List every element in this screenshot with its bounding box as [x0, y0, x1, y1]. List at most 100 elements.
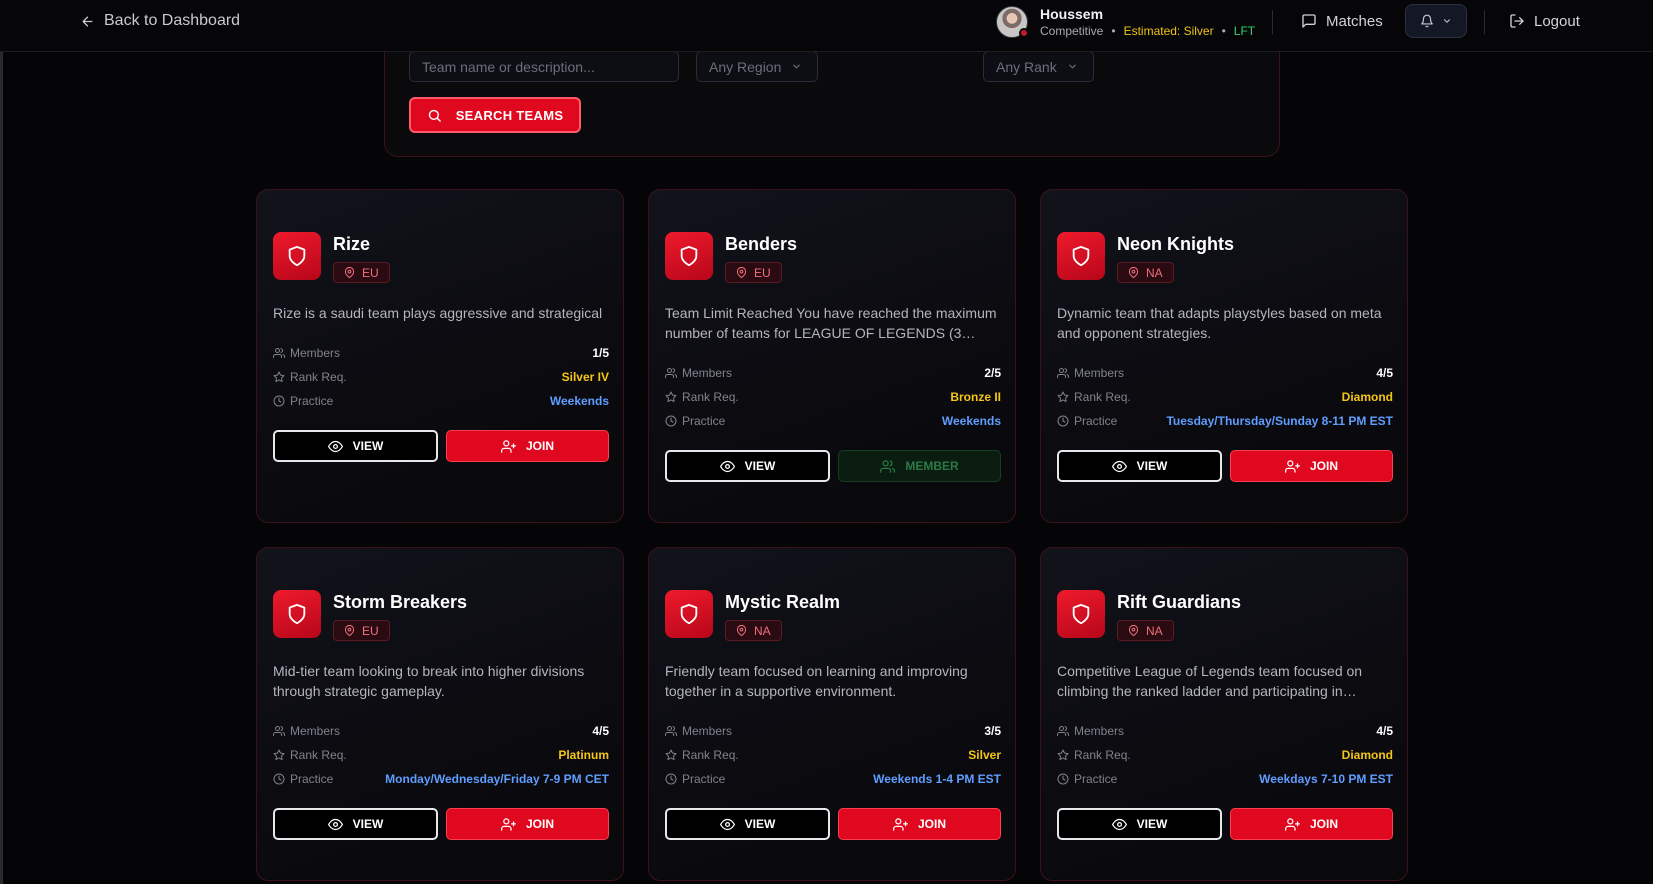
star-icon [273, 749, 285, 761]
estimated-rank: Estimated: Silver [1123, 24, 1214, 38]
members-value: 1/5 [592, 346, 609, 360]
view-team-button[interactable]: VIEW [665, 450, 830, 482]
team-name: Mystic Realm [725, 592, 841, 612]
map-pin-icon [1128, 625, 1139, 636]
matches-button[interactable]: Matches [1301, 10, 1383, 32]
region-badge: EU [333, 620, 390, 641]
practice-label: Practice [1074, 414, 1118, 428]
user-plus-icon [500, 439, 516, 453]
view-team-button[interactable]: VIEW [273, 808, 438, 840]
rank-value: Silver IV [561, 370, 609, 384]
star-icon [1057, 749, 1069, 761]
practice-label: Practice [682, 772, 726, 786]
user-name: Houssem [1040, 6, 1104, 22]
rank-value: Diamond [1341, 390, 1393, 404]
star-icon [665, 749, 677, 761]
logout-button[interactable]: Logout [1509, 10, 1580, 32]
map-pin-icon [736, 625, 747, 636]
region-label: NA [754, 623, 771, 638]
region-select-value: Any Region [709, 58, 782, 75]
shield-icon [1072, 603, 1090, 625]
eye-icon [327, 440, 343, 452]
rank-label: Rank Req. [682, 748, 739, 762]
shield-icon [288, 603, 306, 625]
users-icon [1057, 726, 1069, 736]
practice-label: Practice [290, 772, 334, 786]
region-badge: EU [725, 262, 782, 283]
members-label: Members [682, 366, 733, 380]
user-mode: Competitive [1040, 24, 1104, 38]
view-team-button[interactable]: VIEW [1057, 808, 1222, 840]
team-stats: Members 2/5 Rank Req. Bronze II Practice… [665, 361, 1001, 433]
logout-label: Logout [1534, 12, 1580, 30]
view-label: VIEW [352, 817, 384, 831]
chevron-down-icon [793, 64, 801, 69]
rank-value: Bronze II [950, 390, 1001, 404]
members-value: 4/5 [592, 724, 609, 738]
window-edge [0, 0, 3, 884]
team-search-input[interactable]: Team name or description... [409, 51, 679, 82]
team-name: Rift Guardians [1117, 592, 1242, 612]
users-icon [273, 726, 285, 736]
practice-value: Tuesday/Thursday/Sunday 8-11 PM EST [1166, 414, 1393, 428]
join-label: JOIN [525, 817, 554, 831]
back-to-dashboard-link[interactable]: Back to Dashboard [80, 10, 240, 32]
join-team-button[interactable]: JOIN [1230, 450, 1393, 482]
users-icon [880, 459, 896, 473]
view-team-button[interactable]: VIEW [273, 430, 438, 462]
join-team-button[interactable]: JOIN [446, 808, 609, 840]
team-card: Rift Guardians NA Competitive League of … [1040, 547, 1408, 881]
members-label: Members [682, 724, 733, 738]
practice-value: Weekends 1-4 PM EST [873, 772, 1001, 786]
members-label: Members [1074, 366, 1125, 380]
search-button-label: SEARCH TEAMS [455, 107, 564, 123]
members-label: Members [290, 346, 341, 360]
view-team-button[interactable]: VIEW [1057, 450, 1222, 482]
team-stats: Members 3/5 Rank Req. Silver Practice We… [665, 719, 1001, 791]
region-badge: NA [1117, 262, 1174, 283]
members-label: Members [1074, 724, 1125, 738]
view-label: VIEW [744, 459, 776, 473]
team-shield-icon [665, 590, 713, 638]
view-label: VIEW [1136, 459, 1168, 473]
map-pin-icon [1128, 267, 1139, 278]
search-teams-button[interactable]: SEARCH TEAMS [409, 97, 581, 133]
team-name: Rize [333, 234, 371, 254]
eye-icon [719, 818, 735, 830]
team-description: Friendly team focused on learning and im… [665, 663, 968, 699]
star-icon [1057, 391, 1069, 403]
join-team-button[interactable]: JOIN [1230, 808, 1393, 840]
members-label: Members [290, 724, 341, 738]
eye-icon [1111, 818, 1127, 830]
view-team-button[interactable]: VIEW [665, 808, 830, 840]
rank-label: Rank Req. [682, 390, 739, 404]
region-label: EU [754, 265, 771, 280]
map-pin-icon [344, 267, 355, 278]
rank-select[interactable]: Any Rank [983, 51, 1094, 82]
avatar[interactable] [996, 6, 1029, 38]
join-label: JOIN [1309, 817, 1338, 831]
region-label: EU [362, 623, 379, 638]
region-label: NA [1146, 623, 1163, 638]
team-card: Neon Knights NA Dynamic team that adapts… [1040, 189, 1408, 523]
join-team-button[interactable]: JOIN [446, 430, 609, 462]
star-icon [273, 371, 285, 383]
user-profile[interactable]: Houssem Competitive • Estimated: Silver … [996, 5, 1255, 39]
nav-divider [1272, 10, 1273, 34]
clock-icon [665, 415, 677, 427]
notifications-button[interactable] [1405, 4, 1467, 38]
members-value: 3/5 [984, 724, 1001, 738]
join-team-button[interactable]: JOIN [838, 808, 1001, 840]
shield-icon [680, 603, 698, 625]
rank-label: Rank Req. [290, 748, 347, 762]
team-card: Rize EU Rize is a saudi team plays aggre… [256, 189, 624, 523]
matches-label: Matches [1326, 12, 1383, 30]
join-label: JOIN [525, 439, 554, 453]
region-select[interactable]: Any Region [696, 51, 818, 82]
team-shield-icon [273, 590, 321, 638]
team-stats: Members 4/5 Rank Req. Diamond Practice W… [1057, 719, 1393, 791]
region-badge: EU [333, 262, 390, 283]
user-plus-icon [892, 817, 908, 831]
users-icon [1057, 368, 1069, 378]
team-stats: Members 4/5 Rank Req. Platinum Practice … [273, 719, 609, 791]
